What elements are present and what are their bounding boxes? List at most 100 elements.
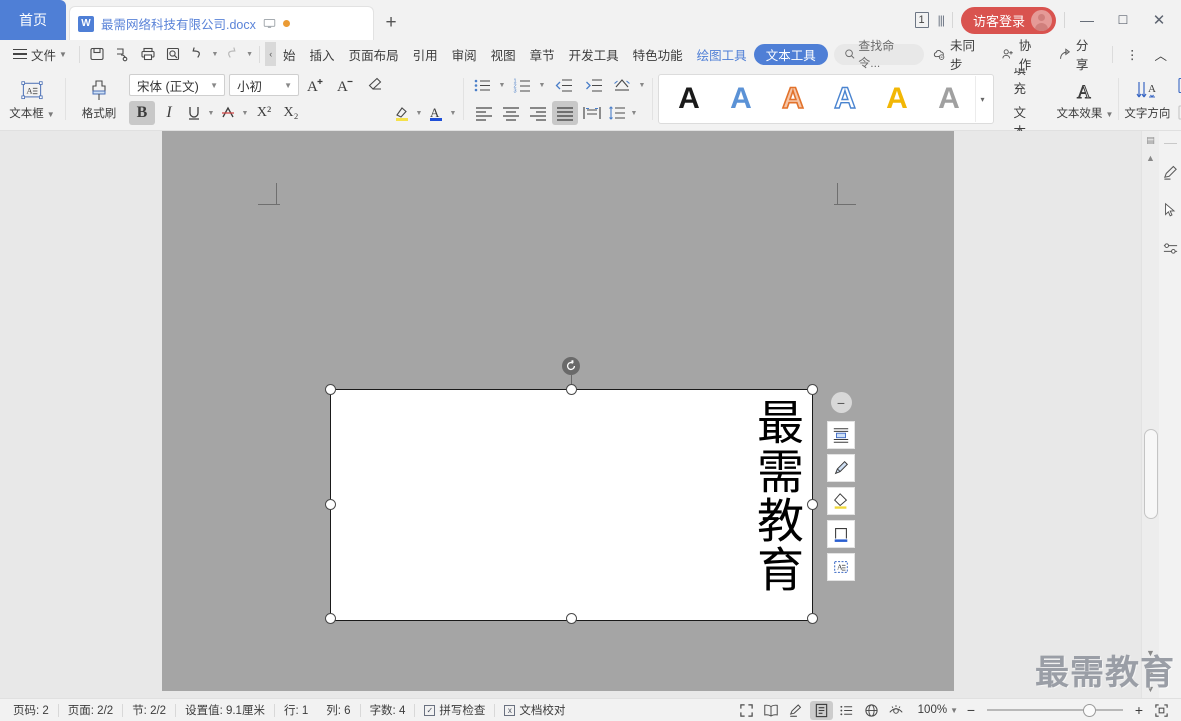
collaborate-button[interactable]: 协作 [993,35,1050,73]
text-frame-button[interactable]: A [827,553,855,581]
pen-tool-icon[interactable] [1160,162,1180,182]
resize-handle-bottom-right[interactable] [807,613,818,624]
wordart-style-gold[interactable]: A [871,76,923,122]
italic-button[interactable]: I [156,101,182,125]
collapse-ribbon-button[interactable]: ︿ [1147,45,1176,64]
status-page-number[interactable]: 页码: 2 [4,702,58,718]
underline-dropdown-icon[interactable]: ▼ [206,110,216,117]
read-mode-button[interactable] [760,701,783,720]
split-view-icon[interactable]: ▤ [1146,131,1155,149]
highlight-button[interactable] [391,101,413,125]
numbering-button[interactable]: 123 [511,73,533,97]
resize-handle-middle-right[interactable] [807,499,818,510]
new-tab-button[interactable]: + [374,6,408,40]
increase-indent-button[interactable] [581,73,607,97]
file-menu[interactable]: 文件 ▼ [6,42,74,66]
document-tab[interactable]: W 最需网络科技有限公司.docx [69,6,374,40]
wordart-style-black[interactable]: A [663,76,715,122]
shape-fill-button[interactable] [827,487,855,515]
web-layout-button[interactable] [860,701,883,720]
bullets-button[interactable] [471,73,493,97]
line-spacing-dropdown-icon[interactable]: ▼ [629,110,639,117]
font-color-dropdown-icon[interactable]: ▼ [448,110,458,117]
close-button[interactable]: ✕ [1145,7,1173,33]
selected-textbox[interactable]: 最需教育 [330,389,813,621]
search-command-box[interactable]: 查找命令... [833,39,925,70]
clear-format-button[interactable] [363,73,389,97]
print-icon[interactable] [135,42,160,66]
scrollbar-thumb[interactable] [1144,429,1158,519]
eye-protect-button[interactable] [885,701,908,720]
fill-brush-button[interactable] [827,454,855,482]
grow-font-button[interactable]: A [303,73,329,97]
textbox-text[interactable]: 最需教育 [748,398,803,594]
sort-dropdown-icon[interactable]: ▼ [637,82,647,89]
tab-insert[interactable]: 插入 [303,42,342,66]
minimize-button[interactable]: — [1073,7,1101,33]
fit-page-button[interactable] [1150,701,1173,720]
customize-icon[interactable]: ▼ [245,51,255,58]
undo-dropdown-icon[interactable]: ▼ [210,51,220,58]
print-preview-icon[interactable] [160,42,185,66]
status-set-value[interactable]: 设置值: 9.1厘米 [176,702,274,718]
spell-check-toggle[interactable]: ✓ 拼写检查 [415,702,494,718]
wordart-style-gray[interactable]: A [923,76,975,122]
login-button[interactable]: 访客登录 [960,6,1056,34]
strikethrough-dropdown-icon[interactable]: ▼ [240,110,250,117]
decrease-indent-button[interactable] [551,73,577,97]
align-left-button[interactable] [471,101,497,125]
bold-button[interactable]: B [129,101,155,125]
outline-view-button[interactable] [835,701,858,720]
bullets-dropdown-icon[interactable]: ▼ [497,82,507,89]
tab-page-layout[interactable]: 页面布局 [342,42,406,66]
zoom-level-label[interactable]: 100% ▼ [910,704,960,716]
tab-section[interactable]: 章节 [523,42,562,66]
wordart-style-blue[interactable]: A [715,76,767,122]
resize-handle-top-center[interactable] [566,384,577,395]
quick-toolbar-close-button[interactable]: − [830,392,852,413]
resize-handle-middle-left[interactable] [325,499,336,510]
save-icon[interactable] [85,42,110,66]
sort-button[interactable] [611,73,633,97]
strikethrough-button[interactable] [217,101,239,125]
font-name-combo[interactable]: 宋体 (正文) ▼ [129,74,225,96]
distribute-button[interactable] [579,101,605,125]
zoom-in-button[interactable]: + [1130,702,1148,718]
print-layout-button[interactable] [809,700,833,720]
status-row[interactable]: 行: 1 [275,702,317,718]
tab-featured[interactable]: 特色功能 [626,42,690,66]
tab-references[interactable]: 引用 [406,42,445,66]
text-direction-button[interactable]: A 文字方向 [1124,77,1170,121]
undo-icon[interactable] [185,42,210,66]
text-effects-button[interactable]: A 文本效果 ▼ [1056,77,1113,121]
zoom-out-button[interactable]: − [962,702,980,718]
settings-sliders-icon[interactable] [1160,238,1180,258]
shape-outline-button[interactable] [827,520,855,548]
status-column[interactable]: 列: 6 [317,702,359,718]
highlight-dropdown-icon[interactable]: ▼ [414,110,424,117]
wordart-style-white-blue-outline[interactable]: A [819,76,871,122]
tab-developer-tools[interactable]: 开发工具 [562,42,626,66]
zoom-slider-knob[interactable] [1083,703,1096,717]
status-pages[interactable]: 页面: 2/2 [59,702,122,718]
more-options-button[interactable]: ⋮ [1118,47,1147,62]
vertical-scrollbar[interactable]: ▤ ▲ ▼ ▲ ▼ [1141,131,1159,698]
align-justify-button[interactable] [552,101,578,125]
page-count-badge[interactable]: 1 [914,12,929,28]
font-size-combo[interactable]: 小初 ▼ [229,74,299,96]
rotate-handle[interactable] [562,357,580,375]
shrink-font-button[interactable]: A [333,73,359,97]
maximize-button[interactable]: ☐ [1109,7,1137,33]
layout-options-button[interactable] [827,421,855,449]
line-spacing-button[interactable] [606,101,628,125]
tabs-scroll-left-button[interactable]: ‹ [265,42,277,66]
scrollbar-track[interactable] [1142,167,1159,644]
select-cursor-icon[interactable] [1160,200,1180,220]
home-tab[interactable]: 首页 [0,0,66,40]
resize-handle-bottom-center[interactable] [566,613,577,624]
status-word-count[interactable]: 字数: 4 [361,702,415,718]
numbering-dropdown-icon[interactable]: ▼ [537,82,547,89]
status-sections[interactable]: 节: 2/2 [123,702,175,718]
edit-mode-button[interactable] [785,701,808,720]
wordart-style-orange-outline[interactable]: A [767,76,819,122]
